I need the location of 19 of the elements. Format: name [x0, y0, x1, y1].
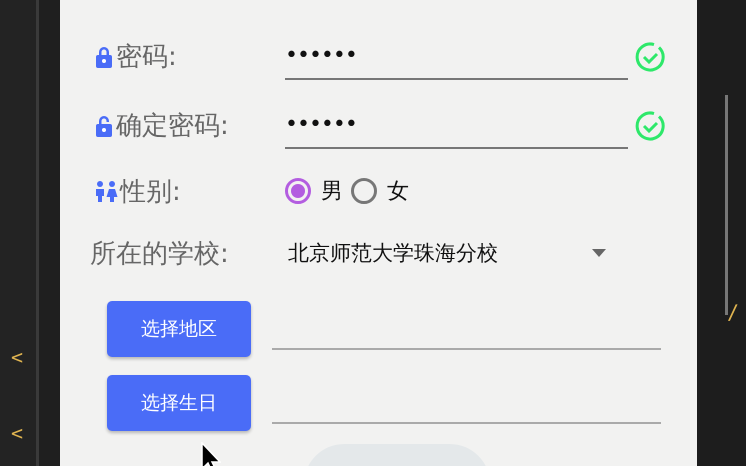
password-field[interactable]: •••••• — [285, 34, 628, 80]
field-label: 确定密码: — [116, 110, 229, 143]
code-fragment: < — [11, 421, 24, 445]
mouse-pointer-icon — [201, 442, 221, 466]
code-fragment: < — [11, 345, 24, 369]
people-icon — [94, 180, 118, 202]
field-label: 所在的学校: — [90, 238, 230, 270]
picker-button[interactable]: 选择生日 — [107, 375, 251, 431]
code-fragment: / — [727, 300, 740, 324]
radio-option[interactable]: 女 — [351, 176, 409, 206]
dropdown-caret-icon — [592, 249, 606, 257]
password-field[interactable]: •••••• — [285, 102, 628, 148]
school-dropdown[interactable]: 北京师范大学珠海分校 — [288, 239, 612, 267]
radio-option[interactable]: 男 — [285, 176, 343, 206]
field-label: 性别: — [120, 176, 181, 208]
picker-button[interactable]: 选择地区 — [107, 301, 251, 357]
unlocked-padlock-icon — [94, 114, 114, 138]
field-label: 密码: — [116, 41, 177, 74]
lock-icon — [94, 44, 114, 68]
